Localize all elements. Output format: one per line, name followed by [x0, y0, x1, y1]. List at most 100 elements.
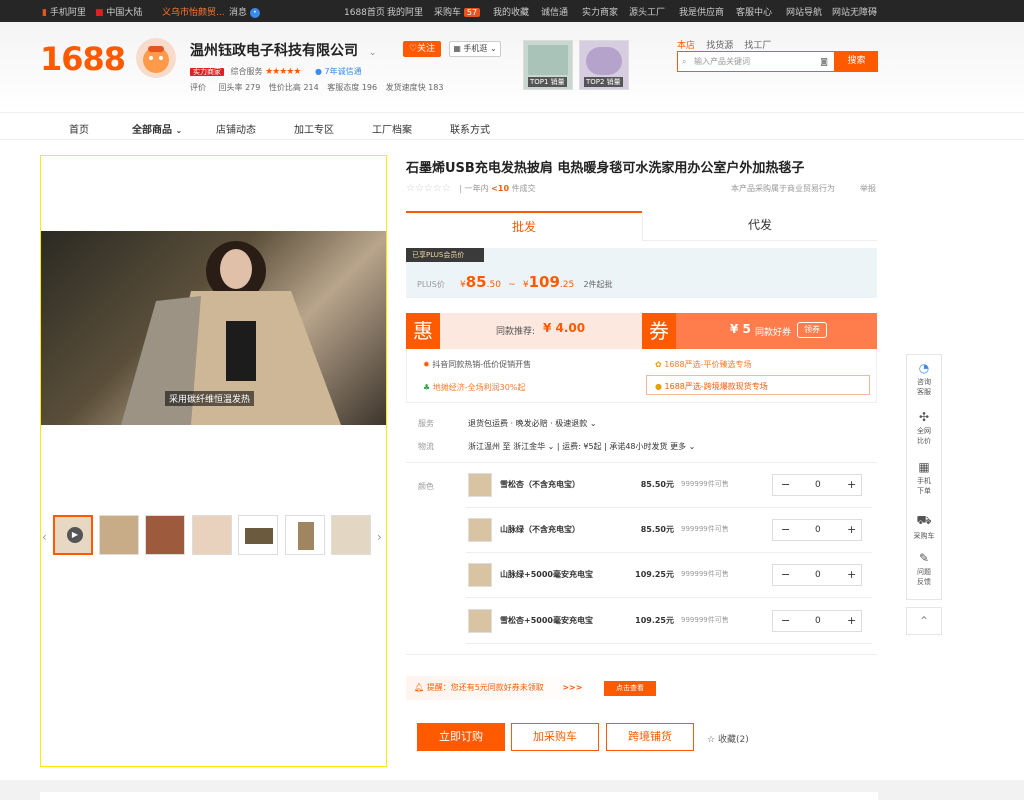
search-tab-source[interactable]: 找货源	[706, 41, 733, 51]
promo-item-selected[interactable]: ● 1688严选-跨境爆款现货专场	[646, 375, 870, 395]
tool-customer-service[interactable]: ◔ 咨询客服	[907, 361, 941, 397]
product-video[interactable]: 采用碳纤维恒温发热	[41, 231, 386, 425]
gallery-thumb[interactable]	[192, 515, 232, 555]
camera-icon[interactable]: ◙	[820, 52, 828, 71]
top1-product[interactable]: TOP1 销量	[523, 40, 573, 90]
site-nav-link[interactable]: 网站导航	[786, 5, 822, 18]
gallery-thumb[interactable]	[285, 515, 325, 555]
site-logo[interactable]: 1688	[40, 40, 126, 78]
service-center-link[interactable]: 客服中心	[736, 5, 772, 18]
minus-button[interactable]: −	[781, 568, 790, 581]
sku-image[interactable]	[468, 563, 492, 587]
phone-icon: ▮	[42, 8, 47, 18]
accessible-link[interactable]: 网站无障碍	[832, 5, 877, 18]
nav-factory-profile[interactable]: 工厂档案	[372, 121, 412, 136]
nav-all-products[interactable]: 全部商品 ⌄	[132, 121, 182, 136]
gallery-thumb-video[interactable]: ▶	[53, 515, 93, 555]
play-icon: ▶	[67, 527, 83, 543]
gallery-thumb[interactable]	[331, 515, 371, 555]
gallery-prev-arrow[interactable]: ‹	[42, 530, 47, 544]
sales-count: <10	[491, 184, 510, 193]
get-coupon-button[interactable]: 领券	[797, 322, 827, 338]
sku-image[interactable]	[468, 518, 492, 542]
coupon-reminder: 🔔︎ 提醒：您还有5元同款好券未领取 >>>	[406, 676, 606, 700]
message-link[interactable]: 消息 •	[229, 5, 260, 18]
sku-image[interactable]	[468, 473, 492, 497]
sku-image[interactable]	[468, 609, 492, 633]
trust-link[interactable]: 诚信通	[541, 5, 568, 18]
sku-row: 山脉绿（不含充电宝） 85.50元 999999件可售 − 0 +	[466, 509, 872, 553]
tool-cart[interactable]: ⛟ 采购车	[907, 513, 941, 541]
mobile-browse-button[interactable]: ▦ 手机逛 ⌄	[449, 41, 501, 57]
gallery-thumb[interactable]	[99, 515, 139, 555]
account-name[interactable]: 义乌市怡颜贸...	[162, 5, 225, 18]
plus-button[interactable]: +	[847, 478, 856, 491]
promo-item[interactable]: ✿ 1688严选-平价臻选专场	[655, 359, 752, 370]
quantity-value[interactable]: 0	[815, 616, 821, 626]
gallery-thumb[interactable]	[145, 515, 185, 555]
plus-button[interactable]: +	[847, 523, 856, 536]
promo-item[interactable]: ✹ 抖音同款热销-低价促销开售	[423, 359, 531, 370]
crossborder-list-button[interactable]: 跨境铺货	[606, 723, 694, 751]
flower-icon: ✿	[655, 360, 662, 369]
search-button[interactable]: 搜索	[835, 51, 878, 72]
search-input[interactable]: ⌕ 输入产品关键词 ◙	[677, 51, 835, 72]
gallery-thumb[interactable]	[238, 515, 278, 555]
mascot-icon	[143, 46, 169, 73]
home-link[interactable]: 1688首页	[344, 5, 385, 18]
tool-price-compare[interactable]: ✣ 全网比价	[907, 410, 941, 446]
quantity-value[interactable]: 0	[815, 570, 821, 580]
coupon-value: ¥ 5	[730, 322, 751, 336]
back-to-top-button[interactable]: ⌃	[906, 607, 942, 635]
shop-name[interactable]: 温州钰政电子科技有限公司 ⌄	[190, 40, 376, 60]
report-link[interactable]: 举报	[860, 183, 876, 194]
tool-feedback[interactable]: ✎ 问题反馈	[907, 551, 941, 587]
bell-icon: 🔔︎	[414, 683, 425, 692]
search-tab-shop[interactable]: 本店	[677, 41, 695, 51]
cart-icon: ⛟	[916, 513, 932, 527]
supplier-link[interactable]: 我是供应商	[679, 5, 724, 18]
service-guarantees[interactable]: 退货包运费 · 晚发必赔 · 极速退款 ⌄	[468, 418, 597, 429]
top1-thumb	[528, 45, 568, 75]
mobile-ali-link[interactable]: ▮ 手机阿里	[42, 5, 86, 18]
tab-dropship[interactable]: 代发	[642, 211, 877, 241]
nav-processing[interactable]: 加工专区	[294, 121, 334, 136]
nav-shop-news[interactable]: 店铺动态	[216, 121, 256, 136]
view-coupon-button[interactable]: 点击查看	[604, 681, 656, 696]
gallery-next-arrow[interactable]: ›	[377, 530, 382, 544]
quantity-value[interactable]: 0	[815, 525, 821, 535]
cart-link[interactable]: 采购车 57	[434, 5, 481, 18]
flame-icon: ✹	[423, 360, 430, 369]
side-toolbar: ◔ 咨询客服 ✣ 全网比价 ▦ 手机下单 ⛟ 采购车 ✎ 问题反馈	[906, 354, 942, 600]
add-to-cart-button[interactable]: 加采购车	[511, 723, 599, 751]
region-selector[interactable]: ■ 中国大陆	[95, 5, 142, 18]
same-item-recommend[interactable]: 惠 同款推荐: ¥ 4.00	[406, 313, 642, 349]
my-ali-link[interactable]: 我的阿里	[387, 5, 423, 18]
order-now-button[interactable]: 立即订购	[417, 723, 505, 751]
top2-product[interactable]: TOP2 销量	[579, 40, 629, 90]
follow-button[interactable]: ♡关注	[403, 41, 441, 57]
favorites-link[interactable]: 我的收藏	[493, 5, 529, 18]
shop-avatar[interactable]	[136, 38, 176, 78]
minus-button[interactable]: −	[781, 614, 790, 627]
tool-mobile-order[interactable]: ▦ 手机下单	[907, 460, 941, 496]
plus-button[interactable]: +	[847, 614, 856, 627]
minus-button[interactable]: −	[781, 523, 790, 536]
nav-home[interactable]: 首页	[69, 121, 89, 136]
nav-contact[interactable]: 联系方式	[450, 121, 490, 136]
plus-button[interactable]: +	[847, 568, 856, 581]
divider	[406, 654, 877, 655]
good-coupon[interactable]: 券 ¥ 5 同款好券 领券	[642, 313, 877, 349]
bottom-section	[40, 792, 878, 800]
minus-button[interactable]: −	[781, 478, 790, 491]
tab-wholesale[interactable]: 批发	[406, 211, 642, 241]
hui-icon: 惠	[406, 313, 440, 349]
promo-item[interactable]: ♣ 地摊经济-全场利润30%起	[423, 382, 525, 393]
merchants-link[interactable]: 实力商家	[582, 5, 618, 18]
headset-icon: ◔	[918, 361, 930, 375]
source-factory-link[interactable]: 源头工厂	[629, 5, 665, 18]
quantity-value[interactable]: 0	[815, 480, 821, 490]
logistics-info[interactable]: 浙江温州 至 浙江金华 ⌄ | 运费: ¥5起 | 承诺48小时发货 更多 ⌄	[468, 441, 695, 452]
search-tab-factory[interactable]: 找工厂	[744, 41, 771, 51]
favorite-button[interactable]: ☆ 收藏(2)	[707, 732, 749, 745]
